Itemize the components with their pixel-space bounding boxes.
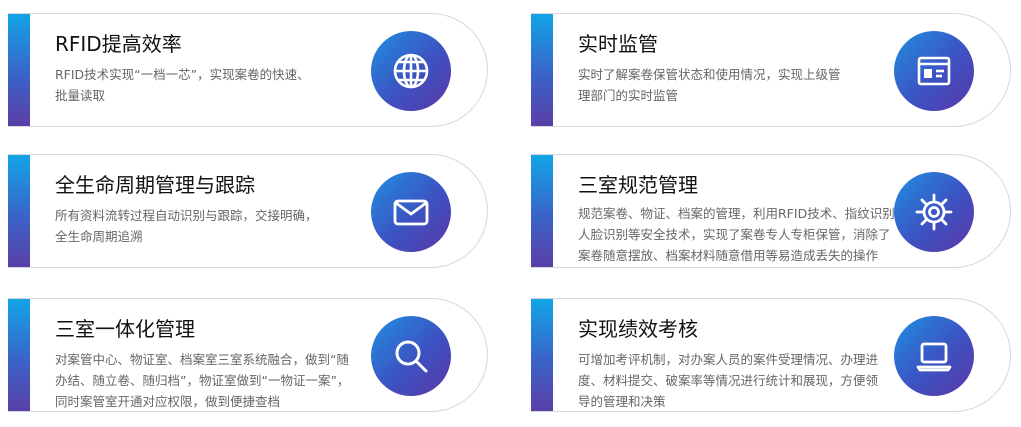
card-description-line: 所有资料流转过程自动识别与跟踪，交接明确， <box>55 208 318 223</box>
mail-icon <box>371 172 451 252</box>
globe-icon <box>371 31 451 111</box>
card-description: 所有资料流转过程自动识别与跟踪，交接明确， 全生命周期追溯 <box>55 205 355 247</box>
feature-card-rfid-efficiency: RFID提高效率 RFID技术实现“一档一芯”，实现案卷的快速、 批量读取 <box>8 13 488 127</box>
card-description-line: 对案管中心、物证室、档案室三室系统融合，做到“随 <box>55 352 349 367</box>
card-title: RFID提高效率 <box>55 32 182 56</box>
card-title: 实现绩效考核 <box>578 317 698 341</box>
card-description-line: 实时了解案卷保管状态和使用情况，实现上级管 <box>578 67 841 82</box>
feature-card-realtime-supervision: 实时监管 实时了解案卷保管状态和使用情况，实现上级管 理部门的实时监管 <box>531 13 1011 127</box>
feature-card-three-room-integration: 三室一体化管理 对案管中心、物证室、档案室三室系统融合，做到“随 办结、随立卷、… <box>8 298 488 412</box>
card-description: 规范案卷、物证、档案的管理，利用RFID技术、指纹识别、 人脸识别等安全技术，实… <box>578 203 918 266</box>
card-title: 全生命周期管理与跟踪 <box>55 173 255 197</box>
card-description-line: 办结、随立卷、随归档”，物证室做到“一物证一案”， <box>55 373 350 388</box>
card-description-line: 度、材料提交、破案率等情况进行统计和展现，方便领 <box>578 373 879 388</box>
card-title: 实时监管 <box>578 32 658 56</box>
card-description-line: 同时案管室开通对应权限，做到便捷查档 <box>55 394 281 409</box>
card-title: 三室规范管理 <box>578 173 698 197</box>
card-description: 对案管中心、物证室、档案室三室系统融合，做到“随 办结、随立卷、随归档”，物证室… <box>55 349 395 412</box>
card-description-line: RFID技术实现“一档一芯”，实现案卷的快速、 <box>55 67 310 82</box>
card-accent-bar <box>531 14 553 126</box>
card-accent-bar <box>8 155 30 267</box>
feature-card-lifecycle-tracking: 全生命周期管理与跟踪 所有资料流转过程自动识别与跟踪，交接明确， 全生命周期追溯 <box>8 154 488 268</box>
gear-icon <box>894 172 974 252</box>
card-accent-bar <box>8 14 30 126</box>
laptop-icon <box>894 316 974 396</box>
card-description-line: 导的管理和决策 <box>578 394 666 409</box>
card-accent-bar <box>531 299 553 411</box>
card-accent-bar <box>531 155 553 267</box>
card-title: 三室一体化管理 <box>55 317 195 341</box>
card-description-line: 全生命周期追溯 <box>55 229 143 244</box>
card-description-line: 规范案卷、物证、档案的管理，利用RFID技术、指纹识别、 <box>578 206 908 221</box>
search-icon <box>371 316 451 396</box>
feature-card-three-room-standard: 三室规范管理 规范案卷、物证、档案的管理，利用RFID技术、指纹识别、 人脸识别… <box>531 154 1011 268</box>
card-description: 实时了解案卷保管状态和使用情况，实现上级管 理部门的实时监管 <box>578 64 878 106</box>
feature-card-performance-evaluation: 实现绩效考核 可增加考评机制，对办案人员的案件受理情况、办理进 度、材料提交、破… <box>531 298 1011 412</box>
card-description-line: 批量读取 <box>55 88 106 103</box>
card-description: RFID技术实现“一档一芯”，实现案卷的快速、 批量读取 <box>55 64 355 106</box>
card-description-line: 理部门的实时监管 <box>578 88 679 103</box>
card-accent-bar <box>8 299 30 411</box>
card-description-line: 人脸识别等安全技术，实现了案卷专人专柜保管，消除了 <box>578 227 891 242</box>
id-card-icon <box>894 31 974 111</box>
card-description-line: 可增加考评机制，对办案人员的案件受理情况、办理进 <box>578 352 879 367</box>
card-description-line: 案卷随意摆放、档案材料随意借用等易造成丢失的操作 <box>578 248 879 263</box>
card-description: 可增加考评机制，对办案人员的案件受理情况、办理进 度、材料提交、破案率等情况进行… <box>578 349 918 412</box>
